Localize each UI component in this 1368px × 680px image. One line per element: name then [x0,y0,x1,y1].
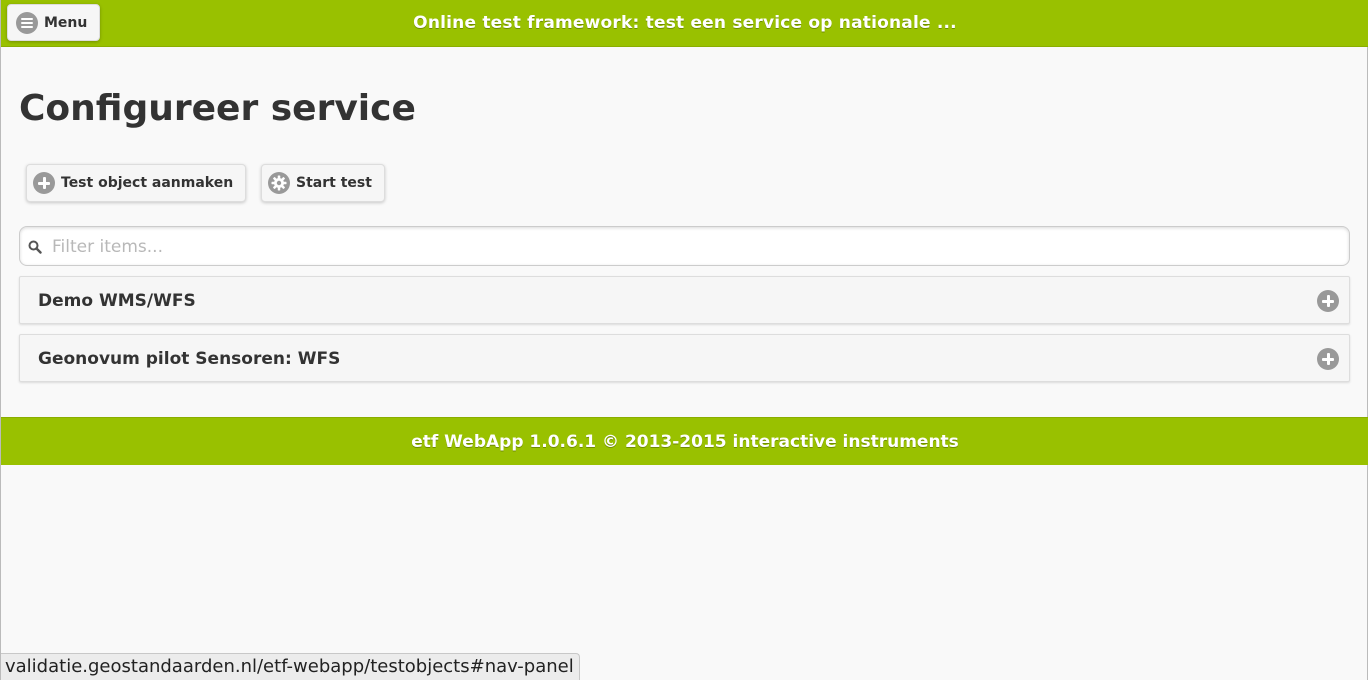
footer-bar: etf WebApp 1.0.6.1 © 2013-2015 interacti… [1,417,1368,465]
header-bar: Menu Online test framework: test een ser… [1,0,1368,47]
page-title: Configureer service [19,88,416,129]
search-icon [28,239,42,254]
start-test-button[interactable]: Start test [261,164,385,202]
expand-plus-icon[interactable] [1317,348,1339,370]
plus-icon [33,172,55,194]
footer-text: etf WebApp 1.0.6.1 © 2013-2015 interacti… [411,432,959,452]
filter-input[interactable] [50,227,1344,267]
list-item-title: Geonovum pilot Sensoren: WFS [38,349,341,369]
expand-plus-icon[interactable] [1317,290,1339,312]
filter-search-box [19,226,1350,267]
browser-status-url: validatie.geostandaarden.nl/etf-webapp/t… [1,653,580,680]
page-header-title: Online test framework: test een service … [413,13,957,33]
create-test-object-label: Test object aanmaken [61,175,234,191]
list-item-title: Demo WMS/WFS [38,291,196,311]
start-test-label: Start test [296,175,372,191]
list-item-demo-wms-wfs[interactable]: Demo WMS/WFS [19,276,1350,324]
create-test-object-button[interactable]: Test object aanmaken [26,164,247,202]
gear-icon [268,172,290,194]
list-item-geonovum-pilot[interactable]: Geonovum pilot Sensoren: WFS [19,334,1350,382]
